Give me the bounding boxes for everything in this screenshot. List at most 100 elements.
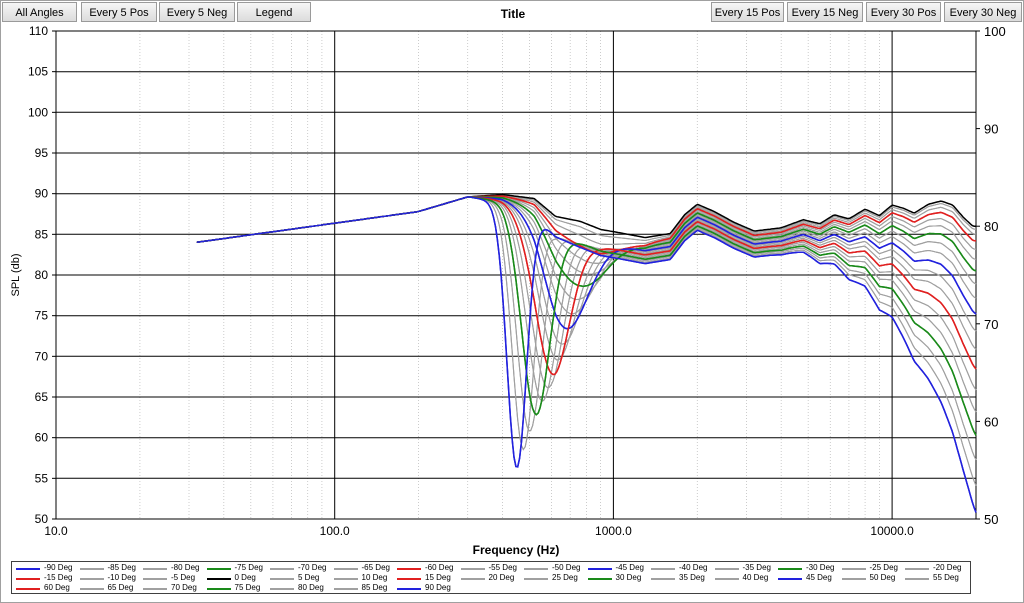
legend-item: 15 Deg (395, 573, 459, 583)
legend-item: 5 Deg (268, 573, 332, 583)
legend-label: 20 Deg (488, 573, 515, 582)
legend-swatch (460, 578, 485, 580)
legend-label: 40 Deg (742, 573, 769, 582)
legend-item: -20 Deg (903, 563, 967, 573)
legend-label: 5 Deg (298, 573, 320, 582)
legend-label: 65 Deg (107, 583, 134, 592)
legend-item: -70 Deg (268, 563, 332, 573)
x-tick-label: 10.0 (44, 524, 68, 538)
legend-label: -70 Deg (298, 563, 327, 572)
legend-swatch (333, 588, 358, 590)
legend-item: -60 Deg (395, 563, 459, 573)
legend-item: -45 Deg (586, 563, 650, 573)
legend-swatch (778, 568, 802, 570)
legend-swatch (270, 588, 294, 590)
y2-tick-label: 60 (984, 414, 998, 429)
legend-item: -35 Deg (713, 563, 777, 573)
x-tick-label: 1000.0 (595, 524, 632, 538)
legend-label: -45 Deg (615, 563, 644, 572)
legend-swatch (651, 578, 675, 580)
legend-item: 35 Deg (649, 573, 713, 583)
legend-item: -55 Deg (459, 563, 523, 573)
legend-item: 30 Deg (586, 573, 650, 583)
legend-swatch (460, 568, 485, 570)
x-tick-label: 100.0 (320, 524, 350, 538)
y2-tick-label: 70 (984, 317, 998, 332)
legend-label: 35 Deg (679, 573, 705, 582)
legend-item: 55 Deg (903, 573, 967, 583)
legend-swatch (270, 578, 294, 580)
legend-swatch (778, 578, 802, 580)
legend-swatch (841, 578, 866, 580)
legend-swatch (841, 568, 866, 570)
legend-label: -90 Deg (44, 563, 73, 572)
y-tick-label: 95 (35, 146, 49, 160)
y2-tick-label: 50 (984, 512, 998, 527)
legend-label: -80 Deg (171, 563, 200, 572)
legend-label: -40 Deg (679, 563, 708, 572)
legend-swatch (206, 588, 231, 590)
legend-swatch (524, 578, 548, 580)
legend-label: 25 Deg (552, 573, 578, 582)
legend-item: -40 Deg (649, 563, 713, 573)
y-tick-label: 90 (35, 187, 49, 201)
legend-swatch (206, 578, 231, 580)
legend-item: 45 Deg (776, 573, 840, 583)
legend-swatch (587, 578, 612, 580)
legend-label: -5 Deg (171, 573, 196, 582)
y2-tick-label: 100 (984, 24, 1006, 39)
legend-label: -85 Deg (107, 563, 136, 572)
legend-label: 55 Deg (933, 573, 959, 582)
y-axis-label: SPL (db) (10, 253, 22, 296)
legend-item: 60 Deg (14, 583, 78, 593)
legend-swatch (333, 578, 358, 580)
legend-label: 30 Deg (615, 573, 642, 582)
legend-swatch (714, 568, 739, 570)
y-tick-label: 100 (28, 105, 48, 119)
legend-swatch (905, 578, 929, 580)
legend-item: -50 Deg (522, 563, 586, 573)
legend-swatch (524, 568, 548, 570)
legend-label: -10 Deg (107, 573, 136, 582)
legend-swatch (397, 568, 421, 570)
legend-label: -20 Deg (933, 563, 962, 572)
legend-item: 90 Deg (395, 583, 459, 593)
legend-label: -35 Deg (742, 563, 771, 572)
legend-label: 60 Deg (44, 583, 70, 592)
y-tick-label: 85 (35, 227, 49, 241)
legend-item: 75 Deg (205, 583, 269, 593)
legend-swatch (143, 588, 167, 590)
legend-swatch (16, 578, 40, 580)
legend-label: 0 Deg (234, 573, 256, 582)
legend-item: -5 Deg (141, 573, 205, 583)
y-tick-label: 75 (35, 309, 49, 323)
legend-item: 65 Deg (78, 583, 142, 593)
legend-item: 0 Deg (205, 573, 269, 583)
legend-label: -50 Deg (552, 563, 581, 572)
legend-item: -75 Deg (205, 563, 269, 573)
legend-item: -90 Deg (14, 563, 78, 573)
y-tick-label: 110 (29, 24, 48, 38)
legend-item: 20 Deg (459, 573, 523, 583)
legend-swatch (651, 568, 675, 570)
y-tick-label: 55 (35, 471, 49, 485)
legend-item: 50 Deg (840, 573, 904, 583)
legend-label: -65 Deg (361, 563, 390, 572)
legend-item: 80 Deg (268, 583, 332, 593)
legend-label: 10 Deg (361, 573, 388, 582)
legend-swatch (397, 588, 421, 590)
legend-label: 50 Deg (869, 573, 896, 582)
legend-swatch (587, 568, 612, 570)
y-tick-label: 105 (28, 65, 48, 79)
legend-item: 10 Deg (332, 573, 396, 583)
legend-label: 15 Deg (425, 573, 451, 582)
y-tick-label: 60 (35, 431, 49, 445)
legend-swatch (16, 568, 40, 570)
legend-label: 90 Deg (425, 583, 451, 592)
legend-item: -30 Deg (776, 563, 840, 573)
legend-swatch (206, 568, 231, 570)
legend-swatch (79, 588, 104, 590)
y2-tick-label: 80 (984, 219, 998, 234)
legend-item: 70 Deg (141, 583, 205, 593)
y-tick-label: 80 (35, 268, 49, 282)
